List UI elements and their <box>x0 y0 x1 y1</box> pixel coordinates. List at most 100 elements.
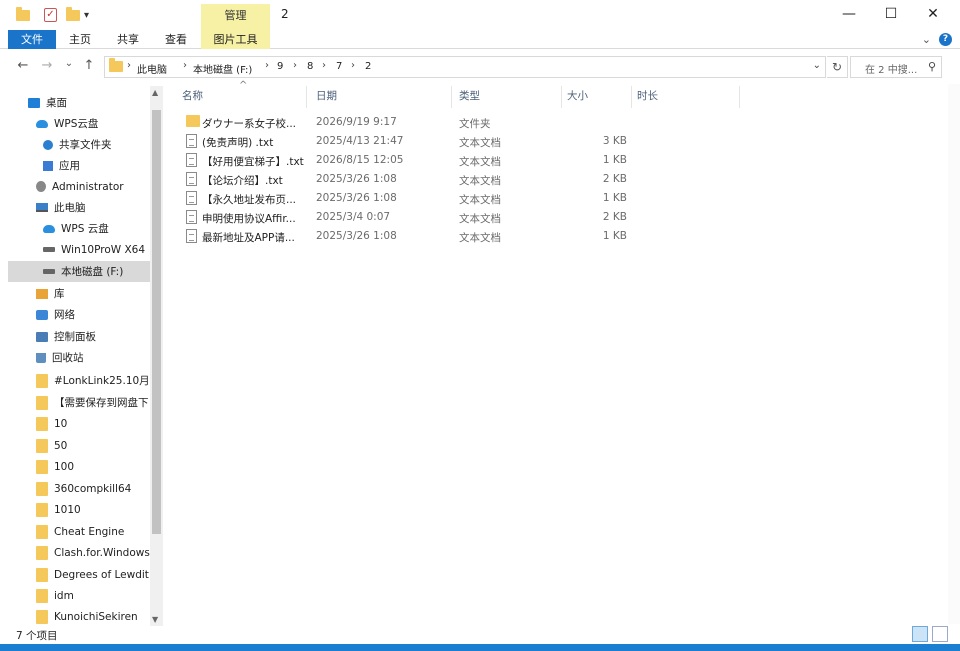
nav-item-network[interactable]: 网络 <box>8 304 150 325</box>
text-document-icon <box>186 229 197 243</box>
file-type: 文本文档 <box>459 232 501 244</box>
item-count: 7 个项目 <box>16 630 58 642</box>
text-document-icon <box>186 210 197 224</box>
drive-icon <box>43 269 55 274</box>
file-date: 2025/3/26 1:08 <box>316 173 397 185</box>
scroll-up-icon[interactable]: ▲ <box>152 88 158 97</box>
window-border <box>0 644 960 651</box>
nav-item-administrator[interactable]: Administrator <box>8 176 150 197</box>
file-row[interactable]: 【永久地址发布页... 2025/3/26 1:08 文本文档 1 KB <box>182 189 632 208</box>
column-header-name[interactable]: 名称 <box>182 88 203 103</box>
manage-context-tab[interactable]: 管理 <box>201 4 270 30</box>
nav-item-folder[interactable]: 1010 <box>8 499 150 520</box>
file-row[interactable]: 【好用便宜梯子】.txt 2026/8/15 12:05 文本文档 1 KB <box>182 151 632 170</box>
file-type: 文本文档 <box>459 156 501 168</box>
window-title: 2 <box>281 7 289 21</box>
maximize-button[interactable]: ☐ <box>868 0 914 28</box>
drive-icon <box>43 247 55 252</box>
file-row[interactable]: 【论坛介绍】.txt 2025/3/26 1:08 文本文档 2 KB <box>182 170 632 189</box>
column-header-type[interactable]: 类型 <box>459 88 480 103</box>
forward-button[interactable]: → <box>38 58 56 73</box>
address-bar[interactable]: › 此电脑 › 本地磁盘 (F:) › 9 › 8 › 7 › 2 ⌄ <box>104 56 826 78</box>
nav-item-win10-drive[interactable]: Win10ProW X64 <box>8 239 150 260</box>
nav-item-folder[interactable]: 50 <box>8 435 150 456</box>
text-document-icon <box>186 172 197 186</box>
file-date: 2025/3/26 1:08 <box>316 192 397 204</box>
navigation-scrollbar-thumb[interactable] <box>152 110 161 534</box>
title-bar: ✓ ▾ 管理 2 — ☐ ✕ <box>0 0 960 30</box>
address-dropdown-icon[interactable]: ⌄ <box>813 60 821 71</box>
text-document-icon <box>186 134 197 148</box>
breadcrumb-9[interactable]: 9 <box>277 61 283 72</box>
nav-item-folder[interactable]: 360compkill64 <box>8 478 150 499</box>
file-date: 2025/3/26 1:08 <box>316 230 397 242</box>
tab-home[interactable]: 主页 <box>62 30 98 49</box>
nav-item-wps-cloud[interactable]: WPS云盘 <box>8 113 150 134</box>
ribbon-collapse-icon[interactable]: ⌄ <box>922 33 931 46</box>
minimize-button[interactable]: — <box>826 0 872 28</box>
file-date: 2026/9/19 9:17 <box>316 116 397 128</box>
nav-item-control-panel[interactable]: 控制面板 <box>8 326 150 347</box>
breadcrumb-drive-f[interactable]: 本地磁盘 (F:) <box>193 61 252 76</box>
file-type: 文件夹 <box>459 118 491 130</box>
nav-item-libraries[interactable]: 库 <box>8 283 150 304</box>
breadcrumb-7[interactable]: 7 <box>336 61 342 72</box>
nav-item-folder[interactable]: Clash.for.Windows <box>8 542 150 563</box>
nav-item-folder[interactable]: #LonkLink25.10月- <box>8 370 150 391</box>
tab-view[interactable]: 查看 <box>158 30 194 49</box>
nav-item-folder[interactable]: 10 <box>8 413 150 434</box>
nav-item-recycle-bin[interactable]: 回收站 <box>8 347 150 368</box>
quick-access-properties-icon[interactable]: ✓ <box>44 6 57 24</box>
file-row[interactable]: (免责声明) .txt 2025/4/13 21:47 文本文档 3 KB <box>182 132 632 151</box>
file-list[interactable]: ^ 名称 日期 类型 大小 时长 ダウナー系女子校... 2026/9/19 9… <box>166 80 948 624</box>
tab-share[interactable]: 共享 <box>110 30 146 49</box>
details-view-button[interactable] <box>912 626 928 642</box>
nav-item-local-disk-f[interactable]: 本地磁盘 (F:) <box>8 261 150 282</box>
large-icons-view-button[interactable] <box>932 626 948 642</box>
refresh-button[interactable]: ↻ <box>827 56 848 78</box>
nav-item-folder[interactable]: 100 <box>8 456 150 477</box>
quick-access-dropdown-icon[interactable]: ▾ <box>84 6 89 24</box>
close-button[interactable]: ✕ <box>910 0 956 28</box>
file-name: 【永久地址发布页... <box>202 194 297 206</box>
column-header-duration[interactable]: 时长 <box>637 88 658 103</box>
folder-icon <box>36 459 48 474</box>
breadcrumb-2[interactable]: 2 <box>365 61 371 72</box>
nav-item-this-pc[interactable]: 此电脑 <box>8 197 150 218</box>
file-date: 2025/4/13 21:47 <box>316 135 404 147</box>
help-icon[interactable]: ? <box>939 33 952 46</box>
file-list-scrollbar[interactable] <box>948 84 960 624</box>
nav-item-apps[interactable]: 应用 <box>8 155 150 176</box>
navigation-scrollbar[interactable]: ▲ ▼ <box>150 86 163 626</box>
file-row[interactable]: 最新地址及APP请... 2025/3/26 1:08 文本文档 1 KB <box>182 227 632 246</box>
quick-access-newfolder-icon[interactable] <box>66 6 80 24</box>
scroll-down-icon[interactable]: ▼ <box>152 615 158 624</box>
column-header-date[interactable]: 日期 <box>316 88 337 103</box>
search-input[interactable]: 在 2 中搜... ⚲ <box>850 56 942 78</box>
quick-access-folder-icon[interactable] <box>16 6 30 24</box>
nav-item-folder[interactable]: Cheat Engine <box>8 521 150 542</box>
breadcrumb-8[interactable]: 8 <box>307 61 313 72</box>
column-header-size[interactable]: 大小 <box>567 88 588 103</box>
nav-item-folder[interactable]: KunoichiSekiren <box>8 606 150 626</box>
file-row[interactable]: ダウナー系女子校... 2026/9/19 9:17 文件夹 <box>182 113 632 132</box>
nav-item-folder[interactable]: 【需要保存到网盘下 <box>8 392 150 413</box>
folder-icon <box>186 115 200 127</box>
navigation-pane[interactable]: 桌面 WPS云盘 共享文件夹 应用 Administrator 此电脑 WPS … <box>8 86 150 626</box>
control-panel-icon <box>36 331 48 342</box>
nav-item-wps-cloud-drive[interactable]: WPS 云盘 <box>8 218 150 239</box>
nav-item-shared-folder[interactable]: 共享文件夹 <box>8 134 150 155</box>
back-button[interactable]: ← <box>14 58 32 73</box>
tab-picture-tools[interactable]: 图片工具 <box>201 30 270 49</box>
recent-locations-button[interactable]: ⌄ <box>60 58 78 69</box>
up-button[interactable]: ↑ <box>80 58 98 73</box>
nav-item-folder[interactable]: idm <box>8 585 150 606</box>
folder-icon <box>36 502 48 517</box>
nav-item-folder[interactable]: Degrees of Lewdit <box>8 564 150 585</box>
nav-item-desktop[interactable]: 桌面 <box>8 92 150 113</box>
breadcrumb-this-pc[interactable]: 此电脑 <box>137 61 167 76</box>
file-type: 文本文档 <box>459 137 501 149</box>
file-row[interactable]: 申明使用协议Affir... 2025/3/4 0:07 文本文档 2 KB <box>182 208 632 227</box>
folder-icon <box>36 588 48 603</box>
tab-file[interactable]: 文件 <box>8 30 56 49</box>
